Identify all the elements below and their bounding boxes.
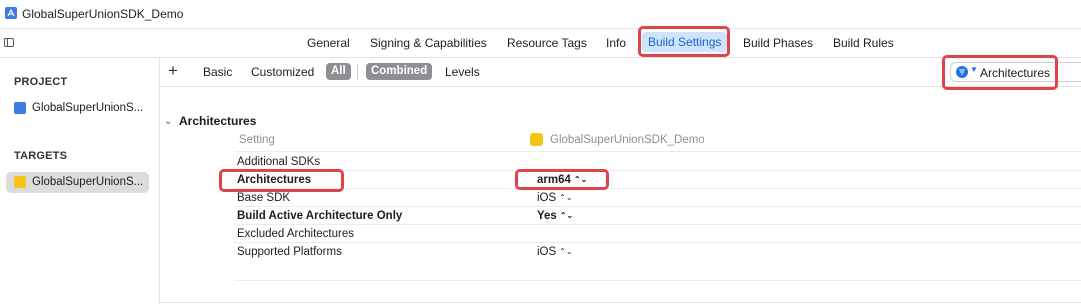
row-divider [234, 151, 1081, 152]
setting-name-excluded-architectures[interactable]: Excluded Architectures [237, 228, 354, 240]
setting-value-text: arm64 [537, 174, 571, 186]
app-target-icon [530, 133, 543, 146]
setting-name-additional-sdks[interactable]: Additional SDKs [237, 156, 320, 168]
setting-value-build-active-arch-only[interactable]: Yes ⌃⌄ [537, 210, 573, 222]
row-divider [234, 224, 1081, 225]
tab-build-rules[interactable]: Build Rules [833, 36, 894, 50]
targets-section-header: TARGETS [14, 150, 68, 162]
tab-signing-capabilities[interactable]: Signing & Capabilities [370, 36, 487, 50]
build-settings-table: ⌄ Architectures Setting GlobalSuperUnion… [160, 87, 1081, 304]
basic-filter-button[interactable]: Basic [203, 65, 232, 79]
combined-view-button[interactable]: Combined [366, 63, 433, 80]
content-bottom-divider [160, 302, 1081, 303]
customized-filter-button[interactable]: Customized [251, 65, 314, 79]
sidebar-toggle-icon[interactable] [4, 38, 14, 47]
search-field[interactable]: ▼ Architectures [950, 62, 1081, 82]
disclosure-chevron-icon[interactable]: ⌄ [164, 116, 172, 127]
xcode-project-icon [5, 7, 17, 19]
row-divider [234, 242, 1081, 243]
setting-value-text: iOS [537, 246, 557, 258]
sidebar-item-project[interactable]: GlobalSuperUnionS... [6, 98, 149, 119]
sidebar-item-label: GlobalSuperUnionS... [32, 102, 144, 114]
toolbar-divider [357, 64, 358, 80]
setting-value-text: iOS [537, 192, 557, 204]
window-title: GlobalSuperUnionSDK_Demo [22, 7, 184, 21]
setting-name-architectures[interactable]: Architectures [237, 174, 311, 186]
levels-view-button[interactable]: Levels [445, 65, 480, 79]
build-settings-toolbar: + Basic Customized All Combined Levels ▼… [160, 58, 1081, 87]
column-header-setting: Setting [239, 134, 275, 146]
project-navigator-sidebar: PROJECT GlobalSuperUnionS... TARGETS Glo… [0, 58, 160, 304]
setting-name-build-active-arch-only[interactable]: Build Active Architecture Only [237, 210, 402, 222]
tab-general[interactable]: General [307, 36, 350, 50]
tab-resource-tags[interactable]: Resource Tags [507, 36, 587, 50]
app-target-icon [14, 176, 26, 188]
row-divider [234, 170, 1081, 171]
setting-value-text: Yes [537, 210, 557, 222]
tab-build-settings[interactable]: Build Settings [642, 32, 728, 52]
setting-name-base-sdk[interactable]: Base SDK [237, 192, 290, 204]
tab-build-phases[interactable]: Build Phases [743, 36, 813, 50]
sidebar-item-label: GlobalSuperUnionS... [32, 176, 144, 188]
row-divider [234, 188, 1081, 189]
xcode-project-icon [14, 102, 26, 114]
column-header-target: GlobalSuperUnionSDK_Demo [550, 134, 705, 146]
project-section-header: PROJECT [14, 76, 68, 88]
tab-info[interactable]: Info [606, 36, 626, 50]
window-titlebar: GlobalSuperUnionSDK_Demo [0, 0, 1081, 29]
stepper-icon: ⌃⌄ [559, 211, 574, 220]
stepper-icon: ⌃⌄ [573, 175, 588, 184]
sidebar-item-target[interactable]: GlobalSuperUnionS... [6, 172, 149, 193]
search-input[interactable]: Architectures [980, 66, 1050, 80]
settings-group-title[interactable]: Architectures [179, 114, 256, 128]
filter-icon[interactable] [956, 66, 968, 78]
all-filter-button[interactable]: All [326, 63, 351, 80]
setting-value-base-sdk[interactable]: iOS ⌃⌄ [537, 192, 573, 204]
row-divider [234, 280, 1081, 281]
setting-value-supported-platforms[interactable]: iOS ⌃⌄ [537, 246, 573, 258]
stepper-icon: ⌃⌄ [559, 193, 573, 202]
setting-name-supported-platforms[interactable]: Supported Platforms [237, 246, 342, 258]
chevron-down-icon[interactable]: ▼ [970, 65, 978, 74]
stepper-icon: ⌃⌄ [559, 247, 573, 256]
add-setting-button[interactable]: + [168, 61, 178, 81]
row-divider [234, 206, 1081, 207]
setting-value-architectures[interactable]: arm64 ⌃⌄ [537, 174, 587, 186]
editor-tab-bar: General Signing & Capabilities Resource … [0, 29, 1081, 58]
